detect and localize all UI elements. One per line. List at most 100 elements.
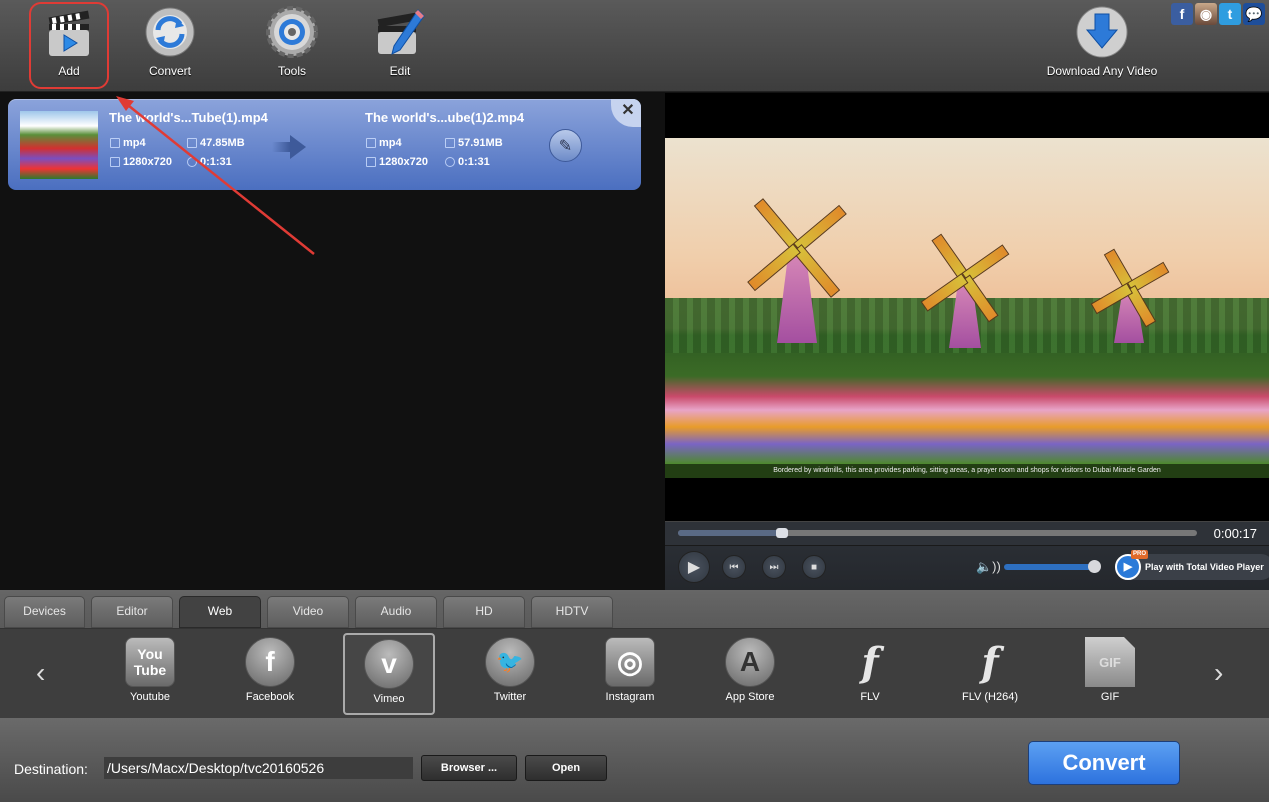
previous-button[interactable]: ⏮ (722, 555, 746, 579)
add-label: Add (58, 64, 80, 78)
open-folder-button[interactable]: Open (525, 755, 607, 781)
video-preview[interactable]: Bordered by windmills, this area provide… (665, 93, 1269, 521)
profile-label: Instagram (605, 691, 655, 703)
tab-hdtv[interactable]: HDTV (531, 596, 613, 628)
tab-devices[interactable]: Devices (4, 596, 85, 628)
profile-flv-h264[interactable]: f FLV (H264) (944, 633, 1036, 715)
instagram-icon[interactable]: ◉ (1195, 3, 1217, 25)
tools-button[interactable]: Tools (256, 6, 328, 86)
player-controls: ▶ ⏮ ⏭ ■ 🔈)) ▶ PRO Play with Total Video P… (665, 545, 1269, 590)
monitor-icon (110, 157, 120, 167)
tab-editor[interactable]: Editor (91, 596, 173, 628)
profile-label: FLV (H264) (961, 691, 1019, 703)
vimeo-icon: v (364, 639, 414, 689)
facebook-icon[interactable]: f (1171, 3, 1193, 25)
seek-handle[interactable] (775, 528, 788, 538)
profile-label: Vimeo (373, 693, 405, 705)
stop-icon: ■ (810, 561, 818, 573)
source-resolution-value: 1280x720 (123, 156, 172, 168)
close-icon: ✕ (621, 102, 635, 119)
profile-label: GIF (1100, 691, 1120, 703)
browse-button[interactable]: Browser ... (421, 755, 517, 781)
tab-hd[interactable]: HD (443, 596, 525, 628)
output-format-value: mp4 (379, 137, 402, 149)
category-tabs: Devices Editor Web Video Audio HD HDTV (0, 590, 1269, 629)
film-icon (366, 138, 376, 148)
tab-web[interactable]: Web (179, 596, 261, 628)
gif-file-icon: GIF (1085, 637, 1135, 687)
seek-bar-row: 0:00:17 (665, 521, 1269, 545)
tab-video[interactable]: Video (267, 596, 349, 628)
app-store-icon: A (725, 637, 775, 687)
profile-flv[interactable]: f FLV (824, 633, 916, 715)
tools-label: Tools (277, 64, 306, 78)
edit-label: Edit (389, 64, 411, 78)
profile-vimeo[interactable]: v Vimeo (343, 633, 435, 715)
seek-slider[interactable] (678, 528, 1197, 538)
output-duration: 0:1:31 (445, 156, 490, 168)
tab-audio[interactable]: Audio (355, 596, 437, 628)
video-caption: Bordered by windmills, this area provide… (665, 464, 1269, 478)
profile-instagram[interactable]: ◎ Instagram (584, 633, 676, 715)
source-format: mp4 (110, 137, 146, 149)
profile-gif[interactable]: GIF GIF (1064, 633, 1156, 715)
video-frame: Bordered by windmills, this area provide… (665, 138, 1269, 478)
add-video-clapper-icon (48, 10, 90, 56)
profile-app-store[interactable]: A App Store (704, 633, 796, 715)
profile-facebook[interactable]: f Facebook (224, 633, 316, 715)
play-button[interactable]: ▶ (678, 551, 710, 583)
skip-forward-icon: ⏭ (769, 561, 779, 573)
twitter-icon[interactable]: t (1219, 3, 1241, 25)
profile-label: Youtube (130, 691, 170, 703)
source-duration: 0:1:31 (187, 156, 232, 168)
destination-path-input[interactable] (104, 757, 413, 779)
social-links: f ◉ t 💬 (1171, 3, 1265, 25)
pro-badge: PRO (1131, 550, 1149, 559)
download-any-video-button[interactable]: Download Any Video (1040, 6, 1164, 86)
source-duration-value: 0:1:31 (200, 156, 232, 168)
edit-item-button[interactable]: ✎ (549, 129, 582, 162)
profile-twitter[interactable]: 🐦 Twitter (464, 633, 556, 715)
remove-item-button[interactable]: ✕ (611, 99, 641, 127)
facebook-icon: f (245, 637, 295, 687)
source-resolution: 1280x720 (110, 156, 172, 168)
play-icon: ▶ (687, 559, 701, 576)
stop-button[interactable]: ■ (802, 555, 826, 579)
edit-clapper-pencil-icon (377, 9, 425, 55)
output-duration-value: 0:1:31 (458, 156, 490, 168)
profile-label: Twitter (493, 691, 527, 703)
output-resolution: 1280x720 (366, 156, 428, 168)
next-button[interactable]: ⏭ (762, 555, 786, 579)
profile-label: FLV (860, 691, 880, 703)
clock-icon (445, 157, 455, 167)
play-with-total-video-player-button[interactable]: ▶ PRO Play with Total Video Player (1115, 550, 1269, 580)
gear-icon (266, 6, 318, 58)
volume-slider[interactable] (1004, 564, 1096, 570)
convert-toolbar-button[interactable]: Convert (134, 6, 206, 86)
file-list-item[interactable]: The world's...Tube(1).mp4 mp4 47.85MB 12… (8, 99, 641, 190)
clock-icon (187, 157, 197, 167)
chevron-right-icon[interactable]: › (1214, 657, 1223, 689)
volume-icon[interactable]: 🔈)) (976, 559, 1001, 575)
chevron-left-icon[interactable]: ‹ (36, 657, 45, 689)
volume-handle[interactable] (1088, 560, 1102, 573)
profile-youtube[interactable]: You Tube Youtube (104, 633, 196, 715)
total-video-player-logo-icon: ▶ PRO (1115, 550, 1149, 580)
youtube-icon: You Tube (125, 637, 175, 687)
output-size-value: 57.91MB (458, 137, 503, 149)
source-size: 47.85MB (187, 137, 245, 149)
convert-label: Convert (148, 64, 192, 78)
skip-back-icon: ⏮ (729, 561, 739, 573)
convert-button[interactable]: Convert (1028, 741, 1180, 785)
profile-label: Facebook (245, 691, 295, 703)
chat-icon[interactable]: 💬 (1243, 3, 1265, 25)
source-size-value: 47.85MB (200, 137, 245, 149)
edit-button[interactable]: Edit (364, 6, 436, 86)
playback-time: 0:00:17 (1213, 526, 1257, 541)
output-format: mp4 (366, 137, 402, 149)
output-profiles: ‹ You Tube Youtube f Facebook v Vimeo 🐦 … (0, 629, 1269, 718)
add-button[interactable]: Add (29, 2, 109, 89)
twitter-bird-icon: 🐦 (485, 637, 535, 687)
file-size-icon (187, 138, 197, 148)
flash-icon: f (981, 638, 999, 686)
